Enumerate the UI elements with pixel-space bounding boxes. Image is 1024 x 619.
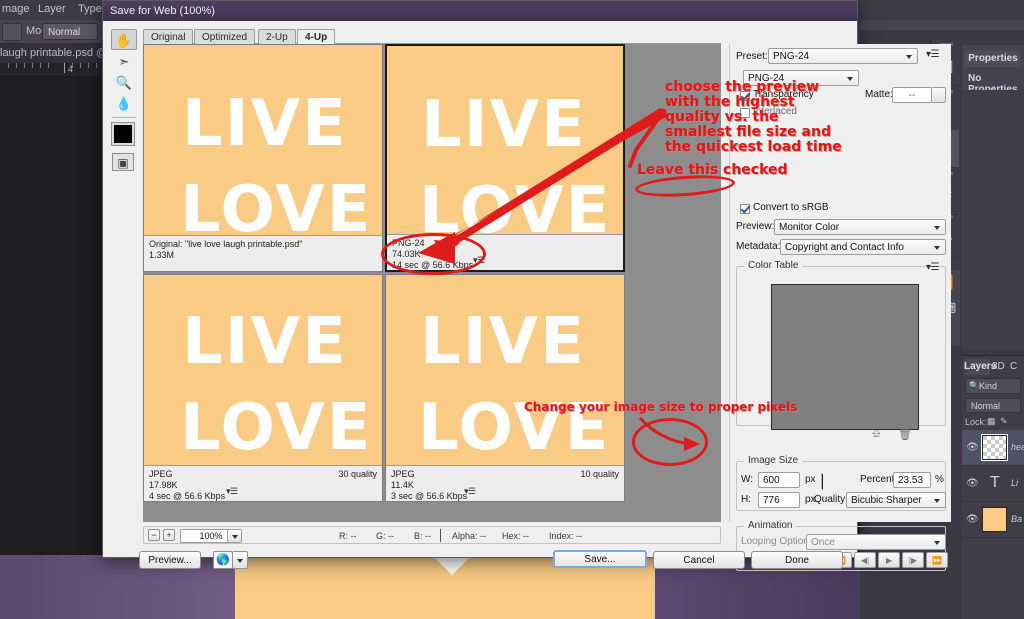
- annotation-arrow-to-image-size: [638, 416, 700, 451]
